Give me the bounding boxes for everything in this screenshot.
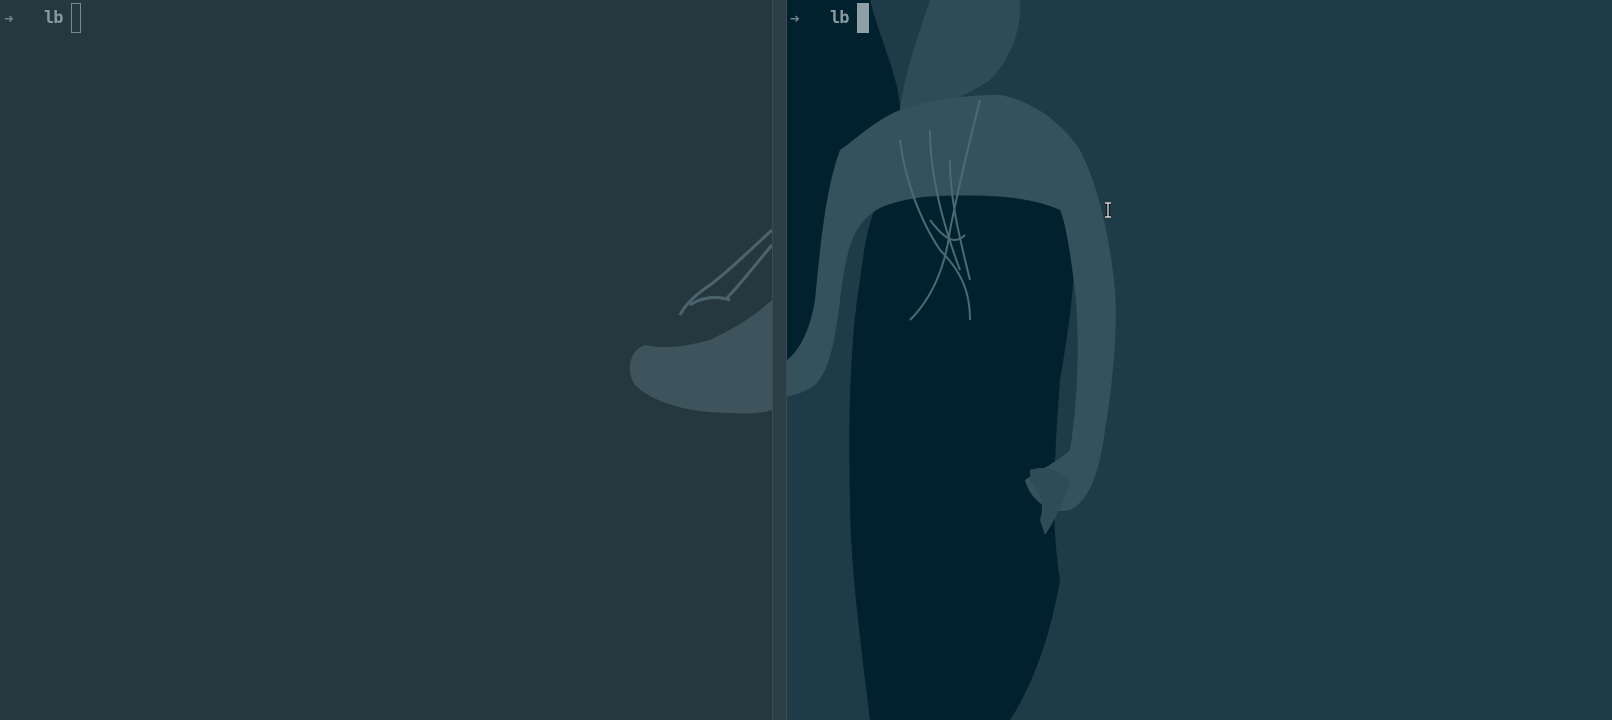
arrow-right-icon: ➜	[790, 8, 800, 28]
left-terminal-pane[interactable]	[0, 0, 772, 720]
inactive-text-cursor	[71, 3, 82, 33]
active-text-cursor	[857, 3, 870, 33]
current-directory: lb	[830, 8, 850, 28]
left-prompt-line: ➜ lb	[4, 3, 82, 33]
current-directory: lb	[44, 8, 64, 28]
right-terminal-pane[interactable]	[787, 0, 1612, 720]
arrow-right-icon: ➜	[4, 8, 14, 28]
right-prompt-line: ➜ lb	[790, 3, 870, 33]
pane-divider[interactable]	[772, 0, 787, 720]
text-cursor-icon	[1105, 202, 1111, 218]
terminal-window: ➜ lb ➜ lb	[0, 0, 1612, 720]
